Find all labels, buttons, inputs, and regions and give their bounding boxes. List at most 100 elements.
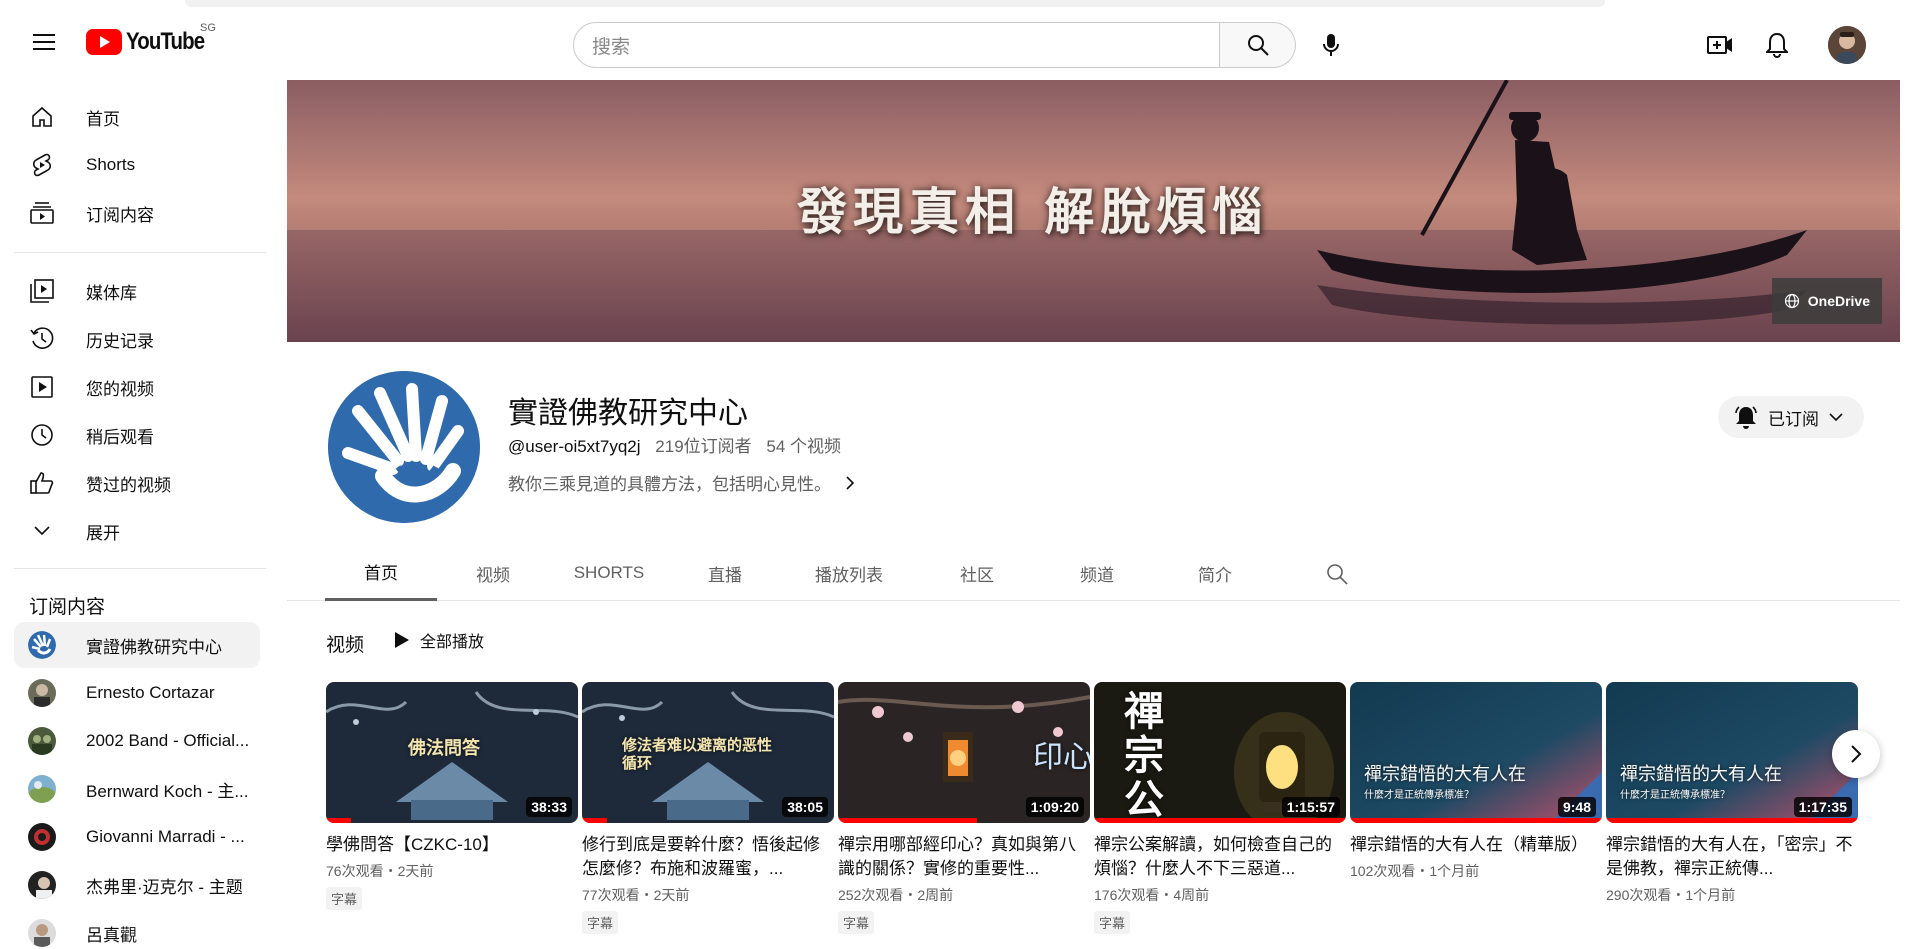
subscription-label: Giovanni Marradi - ... xyxy=(86,827,245,846)
sidebar-item-shorts[interactable]: Shorts xyxy=(14,142,260,188)
video-meta: 76次观看・2天前 xyxy=(326,863,434,879)
sidebar-item-label: 您的视频 xyxy=(86,379,154,399)
sidebar-item-liked-videos[interactable]: 赞过的视频 xyxy=(14,460,260,506)
thumbnail-text: 印心 xyxy=(1033,741,1090,774)
search-input[interactable]: 搜索 xyxy=(573,22,1220,68)
tab-playlists[interactable]: 播放列表 xyxy=(781,545,917,601)
subscription-item[interactable]: Ernesto Cortazar xyxy=(14,670,260,716)
watch-progress xyxy=(582,818,608,823)
channel-meta: @user-oi5xt7yq2j 219位订阅者 54 个视频 xyxy=(508,432,851,457)
tab-videos[interactable]: 视频 xyxy=(437,545,549,601)
subscription-item[interactable]: 杰弗里·迈克尔 - 主题 xyxy=(14,862,260,908)
channel-avatar xyxy=(28,775,56,803)
search-icon xyxy=(1247,35,1269,56)
subscription-label: 杰弗里·迈克尔 - 主题 xyxy=(86,877,243,897)
chevron-down-icon xyxy=(28,517,56,545)
subscriptions-section-title: 订阅内容 xyxy=(29,597,106,618)
create-button[interactable] xyxy=(1697,22,1743,68)
thumbnail-text: 佛法問答 xyxy=(408,738,480,758)
tab-community[interactable]: 社区 xyxy=(917,545,1037,601)
video-card[interactable]: 印心 1:09:20 禪宗用哪部經印心？真如與第八識的關係？實修的重要性... … xyxy=(838,682,1090,934)
video-title[interactable]: 禪宗公案解讀，如何檢查自己的煩惱？什麼人不下三惡道... xyxy=(1094,833,1346,881)
channel-avatar xyxy=(28,679,56,707)
channel-description[interactable]: 教你三乘見道的具體方法，包括明心見性。 xyxy=(508,470,855,495)
channel-search-button[interactable] xyxy=(1322,559,1352,589)
channel-banner: 發現真相 解脫煩惱 OneDrive xyxy=(287,80,1900,342)
banner-link-onedrive[interactable]: OneDrive xyxy=(1771,278,1882,324)
channel-avatar-large[interactable] xyxy=(328,371,480,523)
sidebar-item-subscriptions[interactable]: 订阅内容 xyxy=(14,190,260,236)
video-duration: 9:48 xyxy=(1557,797,1596,817)
tab-channels[interactable]: 频道 xyxy=(1037,545,1157,601)
video-meta: 252次观看・2周前 xyxy=(838,887,954,903)
sidebar-item-home[interactable]: 首页 xyxy=(14,94,260,140)
sidebar-item-history[interactable]: 历史记录 xyxy=(14,316,260,362)
subscription-item[interactable]: Giovanni Marradi - ... xyxy=(14,814,260,860)
sidebar-divider xyxy=(14,252,266,253)
caption-badge: 字幕 xyxy=(582,911,619,934)
subscribed-button[interactable]: 已订阅 xyxy=(1718,396,1864,438)
video-thumbnail[interactable]: 修法者难以避离的恶性循环 38:05 xyxy=(582,682,834,823)
shelf-next-button[interactable] xyxy=(1832,730,1880,778)
video-card[interactable]: 禪宗錯悟的大有人在 什麼才是正統傳承標准？ 9:48 禪宗錯悟的大有人在（精華版… xyxy=(1350,682,1602,881)
tab-live[interactable]: 直播 xyxy=(669,545,781,601)
sidebar-item-label: 首页 xyxy=(86,109,120,129)
shelf-title: 视频 xyxy=(326,635,365,656)
video-thumbnail[interactable]: 禪宗錯悟的大有人在 什麼才是正統傳承標准？ 1:17:35 xyxy=(1606,682,1858,823)
logo-wordmark: YouTube xyxy=(126,28,205,55)
browser-top-strip xyxy=(0,0,1905,10)
subscription-item[interactable]: 呂真觀 xyxy=(14,910,260,949)
banner-slogan: 發現真相 解脫煩惱 xyxy=(797,182,1269,241)
voice-search-button[interactable] xyxy=(1308,22,1354,68)
notifications-button[interactable] xyxy=(1754,22,1800,68)
video-title[interactable]: 禪宗用哪部經印心？真如與第八識的關係？實修的重要性... xyxy=(838,833,1090,881)
sidebar-item-your-videos[interactable]: 您的视频 xyxy=(14,364,260,410)
video-thumbnail[interactable]: 禪宗錯悟的大有人在 什麼才是正統傳承標准？ 9:48 xyxy=(1350,682,1602,823)
subscription-item[interactable]: 實證佛教研究中心 xyxy=(14,622,260,668)
video-thumbnail[interactable]: 禪宗公案 1:15:57 xyxy=(1094,682,1346,823)
menu-icon[interactable] xyxy=(24,22,64,62)
horizontal-scrollbar[interactable] xyxy=(185,0,1605,7)
video-thumbnail[interactable]: 印心 1:09:20 xyxy=(838,682,1090,823)
watch-progress xyxy=(1094,818,1346,823)
video-title[interactable]: 學佛問答【CZKC-10】 xyxy=(326,833,578,857)
watch-progress xyxy=(326,818,352,823)
microphone-icon xyxy=(1323,34,1339,56)
watch-progress xyxy=(1350,818,1602,823)
video-title[interactable]: 禪宗錯悟的大有人在，「密宗」不是佛教，禪宗正統傳... xyxy=(1606,833,1858,881)
video-card[interactable]: 禪宗錯悟的大有人在 什麼才是正統傳承標准？ 1:17:35 禪宗錯悟的大有人在，… xyxy=(1606,682,1858,905)
video-thumbnail[interactable]: 佛法問答 38:33 xyxy=(326,682,578,823)
video-card[interactable]: 修法者难以避离的恶性循环 38:05 修行到底是要幹什麼？悟後起修怎麼修？布施和… xyxy=(582,682,834,934)
youtube-logo[interactable]: YouTube SG xyxy=(86,22,218,62)
search-bar: 搜索 xyxy=(573,22,1296,68)
video-duration: 38:33 xyxy=(526,797,572,817)
video-meta: 290次观看・1个月前 xyxy=(1606,887,1736,903)
video-title[interactable]: 禪宗錯悟的大有人在（精華版） xyxy=(1350,833,1602,857)
video-duration: 38:05 xyxy=(782,797,828,817)
video-meta: 102次观看・1个月前 xyxy=(1350,863,1480,879)
sidebar-item-show-more[interactable]: 展开 xyxy=(14,508,260,554)
video-meta: 176次观看・4周前 xyxy=(1094,887,1210,903)
video-card[interactable]: 禪宗公案 1:15:57 禪宗公案解讀，如何檢查自己的煩惱？什麼人不下三惡道..… xyxy=(1094,682,1346,934)
video-title[interactable]: 修行到底是要幹什麼？悟後起修怎麼修？布施和波羅蜜，... xyxy=(582,833,834,881)
channel-avatar xyxy=(28,919,56,947)
shorts-icon xyxy=(28,151,56,179)
play-all-button[interactable]: 全部播放 xyxy=(390,622,488,658)
subscription-item[interactable]: 2002 Band - Official... xyxy=(14,718,260,764)
bell-icon xyxy=(1766,32,1788,58)
subscribed-label: 已订阅 xyxy=(1768,409,1819,429)
subscriber-count: 219位订阅者 xyxy=(655,437,752,456)
tab-about[interactable]: 简介 xyxy=(1157,545,1273,601)
search-button[interactable] xyxy=(1220,22,1296,68)
subscription-item[interactable]: Bernward Koch - 主... xyxy=(14,766,260,812)
sidebar-item-label: 展开 xyxy=(86,523,120,543)
thumbs-up-icon xyxy=(28,469,56,497)
video-count: 54 个视频 xyxy=(766,437,842,456)
sidebar-item-watch-later[interactable]: 稍后观看 xyxy=(14,412,260,458)
create-video-icon xyxy=(1707,36,1732,54)
account-avatar[interactable] xyxy=(1828,26,1866,64)
tab-shorts[interactable]: SHORTS xyxy=(549,545,669,601)
video-card[interactable]: 佛法問答 38:33 學佛問答【CZKC-10】 76次观看・2天前 字幕 xyxy=(326,682,578,910)
tab-home[interactable]: 首页 xyxy=(325,545,437,601)
sidebar-item-library[interactable]: 媒体库 xyxy=(14,268,260,314)
